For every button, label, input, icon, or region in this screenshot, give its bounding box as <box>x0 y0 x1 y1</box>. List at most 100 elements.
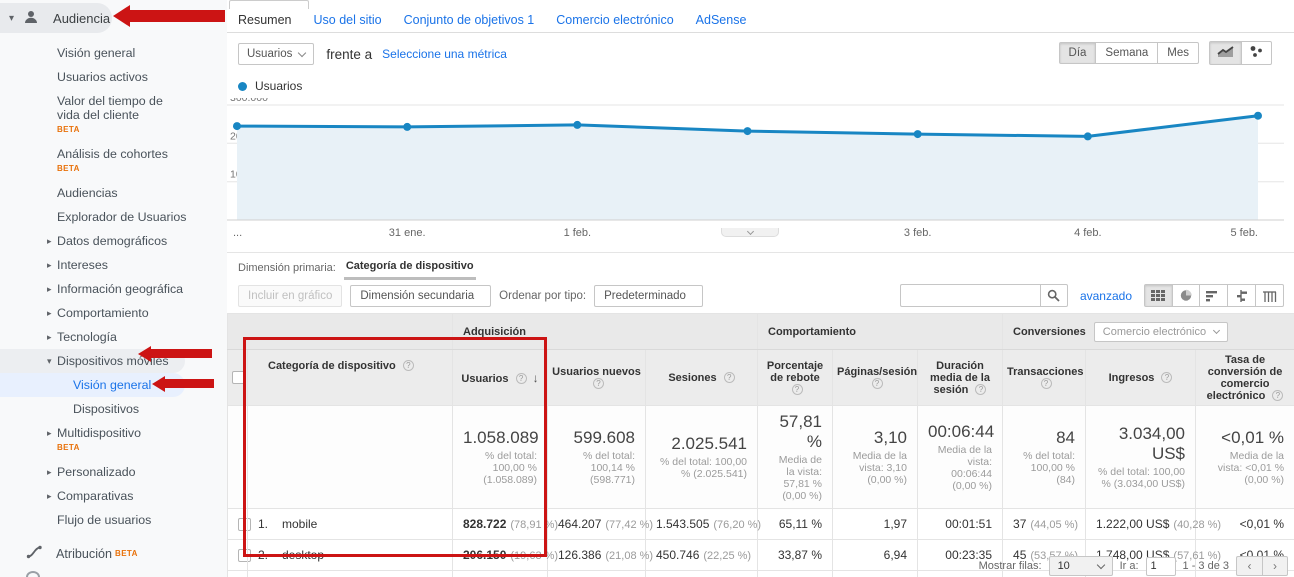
column-header[interactable]: Sesiones <box>646 350 758 406</box>
total-value: 599.608 <box>558 428 635 448</box>
sidebar-item[interactable]: Dispositivos <box>0 397 227 421</box>
dimension-tab-device-category[interactable]: Categoría de dispositivo <box>344 256 476 280</box>
device-name-cell: 2.desktop <box>248 540 453 571</box>
data-point[interactable] <box>403 123 411 131</box>
table-row[interactable]: 1.mobile828.722(78,91 %)464.207(77,42 %)… <box>228 509 1294 540</box>
metric-selector-dropdown[interactable]: Usuarios <box>238 43 314 65</box>
granularity-semana[interactable]: Semana <box>1096 42 1158 64</box>
sidebar-item[interactable]: ▸MultidispositivoBETA <box>0 421 227 460</box>
conversion-type-dropdown[interactable]: Comercio electrónico <box>1094 322 1228 342</box>
motion-chart-icon[interactable] <box>1242 41 1272 65</box>
column-header[interactable]: Ingresos <box>1086 350 1196 406</box>
chevron-right-icon[interactable]: ▸ <box>47 282 52 296</box>
chevron-down-icon[interactable]: ▾ <box>47 354 52 368</box>
tab-adsense[interactable]: AdSense <box>696 13 747 27</box>
tab-uso-del-sitio[interactable]: Uso del sitio <box>314 13 382 27</box>
chevron-right-icon[interactable]: ▸ <box>47 426 52 440</box>
sidebar-item[interactable]: ▸Personalizado <box>0 460 227 484</box>
chevron-right-icon[interactable]: ▸ <box>47 465 52 479</box>
help-icon[interactable] <box>1041 378 1052 389</box>
column-header[interactable]: Transacciones <box>1003 350 1086 406</box>
data-view-icon[interactable] <box>1144 284 1173 307</box>
chevron-right-icon[interactable]: ▸ <box>47 306 52 320</box>
help-icon[interactable] <box>1272 390 1283 401</box>
goto-page-input[interactable] <box>1146 557 1176 576</box>
sidebar-item[interactable]: Valor del tiempo de vida del clienteBETA <box>0 89 227 142</box>
sidebar-item[interactable]: ▸Datos demográficos <box>0 229 227 253</box>
sidebar-nav: Visión generalUsuarios activosValor del … <box>0 33 227 534</box>
sidebar-item[interactable]: Explorador de Usuarios <box>0 205 227 229</box>
granularity-mes[interactable]: Mes <box>1158 42 1199 64</box>
column-header[interactable]: Duración media de la sesión <box>918 350 1003 406</box>
data-point[interactable] <box>573 121 581 129</box>
select-all-checkbox[interactable] <box>232 371 245 384</box>
data-point[interactable] <box>233 122 241 130</box>
tab-comercio-electr-nico[interactable]: Comercio electrónico <box>556 13 673 27</box>
next-page-button[interactable]: › <box>1262 556 1288 576</box>
sidebar-item[interactable]: Visión general <box>0 373 185 397</box>
data-point[interactable] <box>914 130 922 138</box>
prev-page-button[interactable]: ‹ <box>1236 556 1262 576</box>
pivot-view-icon[interactable] <box>1256 284 1284 307</box>
help-icon[interactable] <box>872 378 883 389</box>
device-name[interactable]: mobile <box>282 517 317 531</box>
sidebar-item[interactable]: Usuarios activos <box>0 65 227 89</box>
column-header[interactable]: Páginas/sesión <box>833 350 918 406</box>
chevron-right-icon[interactable]: ▸ <box>47 258 52 272</box>
column-header-device-category[interactable]: Categoría de dispositivo <box>248 350 453 406</box>
comparison-view-icon[interactable] <box>1228 284 1256 307</box>
search-icon[interactable] <box>1040 284 1068 307</box>
secondary-dimension-dropdown[interactable]: Dimensión secundaria <box>350 285 491 307</box>
chevron-right-icon[interactable]: ▸ <box>47 234 52 248</box>
data-point[interactable] <box>1254 112 1262 120</box>
chevron-right-icon[interactable]: ▸ <box>47 330 52 344</box>
help-icon[interactable] <box>593 378 604 389</box>
sidebar-item[interactable]: Audiencias <box>0 181 227 205</box>
sidebar-item[interactable]: Análisis de cohortesBETA <box>0 142 227 181</box>
sidebar-item[interactable]: Flujo de usuarios <box>0 508 227 532</box>
search-input[interactable] <box>900 284 1040 307</box>
chevron-down-icon <box>746 227 753 234</box>
column-header[interactable]: Usuarios <box>453 350 548 406</box>
sidebar-item[interactable]: ▸Intereses <box>0 253 227 277</box>
help-icon[interactable] <box>975 384 986 395</box>
sidebar-item[interactable]: ▸Comparativas <box>0 484 227 508</box>
sort-type-dropdown[interactable]: Predeterminado <box>594 285 703 307</box>
rows-per-page-select[interactable]: 10 <box>1049 556 1113 576</box>
column-header[interactable]: Porcentaje de rebote <box>758 350 833 406</box>
tab-resumen[interactable]: Resumen <box>238 13 292 27</box>
advanced-search-link[interactable]: avanzado <box>1080 289 1132 303</box>
timeseries-chart[interactable]: 300.000200.000100.000 ...31 ene.1 feb.2 … <box>227 98 1294 244</box>
sort-descending-icon[interactable] <box>533 371 539 385</box>
sidebar-item[interactable]: ▸Tecnología <box>0 325 227 349</box>
chart-collapse-handle[interactable] <box>721 228 779 237</box>
beta-badge: BETA <box>115 549 138 558</box>
help-icon[interactable] <box>1161 372 1172 383</box>
help-icon[interactable] <box>403 360 414 371</box>
data-point[interactable] <box>744 127 752 135</box>
group-header-empty <box>228 314 453 350</box>
granularity-día[interactable]: Día <box>1059 42 1097 64</box>
sidebar-item-label: Audiencias <box>57 186 118 200</box>
help-icon[interactable] <box>792 384 803 395</box>
sidebar-item[interactable]: ▸Información geográfica <box>0 277 227 301</box>
device-name[interactable]: desktop <box>282 548 324 562</box>
total-value: 1.058.089 <box>463 428 537 448</box>
column-header[interactable]: Usuarios nuevos <box>548 350 646 406</box>
sidebar-section-audience[interactable]: ▾ Audiencia <box>0 3 227 33</box>
line-chart-icon[interactable] <box>1209 41 1242 65</box>
plot-rows-button[interactable]: Incluir en gráfico <box>238 285 342 307</box>
help-icon[interactable] <box>724 372 735 383</box>
sidebar-item[interactable]: ▸Comportamiento <box>0 301 227 325</box>
help-icon[interactable] <box>516 373 527 384</box>
sidebar-item[interactable]: Visión general <box>0 41 227 65</box>
select-metric-link[interactable]: Seleccione una métrica <box>382 47 507 61</box>
data-point[interactable] <box>1084 132 1092 140</box>
tab-conjunto-de-objetivos-1[interactable]: Conjunto de objetivos 1 <box>404 13 535 27</box>
chevron-down-icon[interactable]: ▾ <box>9 13 14 24</box>
performance-view-icon[interactable] <box>1200 284 1228 307</box>
chevron-right-icon[interactable]: ▸ <box>47 489 52 503</box>
column-header[interactable]: Tasa de conversión de comercio electróni… <box>1196 350 1294 406</box>
sidebar-item[interactable]: ▾Dispositivos móviles <box>0 349 185 373</box>
percentage-view-icon[interactable] <box>1173 284 1200 307</box>
